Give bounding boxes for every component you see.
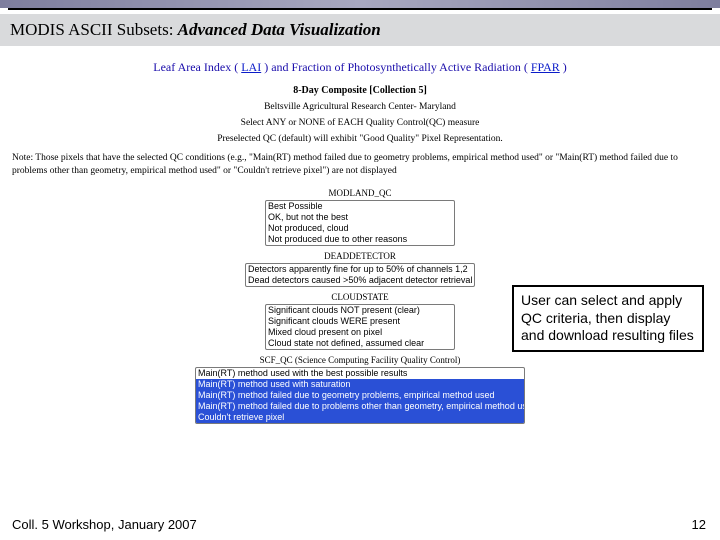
scf-qc-select[interactable]: Main(RT) method used with the best possi…: [195, 367, 525, 424]
footer-workshop: Coll. 5 Workshop, January 2007: [12, 517, 197, 532]
list-item[interactable]: Cloud state not defined, assumed clear: [266, 338, 454, 349]
cloudstate-select[interactable]: Significant clouds NOT present (clear) S…: [265, 304, 455, 350]
list-item[interactable]: Main(RT) method used with saturation: [196, 379, 524, 390]
modland-qc-select[interactable]: Best Possible OK, but not the best Not p…: [265, 200, 455, 246]
page-title-banner: MODIS ASCII Subsets: Advanced Data Visua…: [0, 14, 720, 46]
composite-label: 8-Day Composite [Collection 5]: [0, 85, 720, 96]
list-item[interactable]: Main(RT) method failed due to problems o…: [196, 401, 524, 412]
deaddetector-heading: DEADDETECTOR: [0, 251, 720, 261]
annotation-callout: User can select and apply QC criteria, t…: [512, 285, 704, 352]
site-name: Beltsville Agricultural Research Center-…: [0, 102, 720, 112]
title-prefix: MODIS ASCII Subsets:: [10, 20, 178, 39]
subtitle-line: Leaf Area Index ( LAI ) and Fraction of …: [6, 60, 714, 75]
list-item[interactable]: Couldn't retrieve pixel: [196, 412, 524, 423]
list-item[interactable]: OK, but not the best: [266, 212, 454, 223]
modland-qc-heading: MODLAND_QC: [0, 188, 720, 198]
title-italic: Advanced Data Visualization: [178, 20, 381, 39]
footer-page-number: 12: [692, 517, 706, 532]
list-item[interactable]: Best Possible: [266, 201, 454, 212]
deaddetector-select[interactable]: Detectors apparently fine for up to 50% …: [245, 263, 475, 287]
lai-link[interactable]: LAI: [241, 60, 261, 74]
list-item[interactable]: Significant clouds WERE present: [266, 316, 454, 327]
scf-qc-heading: SCF_QC (Science Computing Facility Quali…: [0, 355, 720, 365]
list-item[interactable]: Not produced, cloud: [266, 223, 454, 234]
list-item[interactable]: Dead detectors caused >50% adjacent dete…: [246, 275, 474, 286]
list-item[interactable]: Main(RT) method used with the best possi…: [196, 368, 524, 379]
qc-instruction: Select ANY or NONE of EACH Quality Contr…: [0, 118, 720, 128]
list-item[interactable]: Significant clouds NOT present (clear): [266, 305, 454, 316]
list-item[interactable]: Detectors apparently fine for up to 50% …: [246, 264, 474, 275]
list-item[interactable]: Mixed cloud present on pixel: [266, 327, 454, 338]
qc-default-note: Preselected QC (default) will exhibit "G…: [0, 134, 720, 144]
list-item[interactable]: Main(RT) method failed due to geometry p…: [196, 390, 524, 401]
list-item[interactable]: Not produced due to other reasons: [266, 234, 454, 245]
window-top-border: [0, 0, 720, 8]
divider: [8, 8, 712, 10]
fpar-link[interactable]: FPAR: [531, 60, 560, 74]
qc-note: Note: Those pixels that have the selecte…: [12, 152, 708, 178]
